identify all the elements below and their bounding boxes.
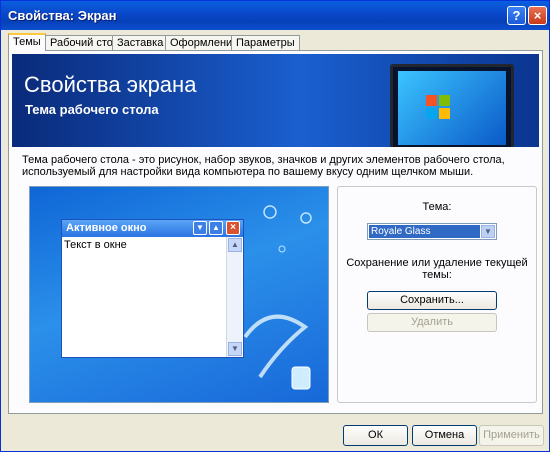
preview-close-icon: × xyxy=(226,221,240,235)
preview-scroll-up-icon: ▲ xyxy=(228,238,242,252)
preview-scroll-down-icon: ▼ xyxy=(228,342,242,356)
title-bar[interactable]: Свойства: Экран ? × xyxy=(1,1,549,30)
tab-themes[interactable]: Темы xyxy=(8,33,46,51)
windows-logo-icon xyxy=(426,95,450,119)
banner-title: Свойства экрана xyxy=(24,72,197,97)
close-button[interactable]: × xyxy=(528,6,547,25)
theme-preview: Активное окно ▼ ▲ × Текст в окне ▲ ▼ xyxy=(29,186,329,403)
recycle-bin-icon xyxy=(291,366,311,390)
preview-window-text: Текст в окне xyxy=(64,239,127,251)
theme-description: Тема рабочего стола - это рисунок, набор… xyxy=(22,154,505,178)
banner-subtitle: Тема рабочего стола xyxy=(25,102,159,117)
tab-settings[interactable]: Параметры xyxy=(231,35,300,50)
theme-label: Тема: xyxy=(422,201,452,213)
header-banner: Свойства экрана Тема рабочего стола xyxy=(12,54,539,147)
save-delete-description: Сохранение или удаление текущей темы: xyxy=(346,257,528,281)
ok-button[interactable]: ОК xyxy=(343,425,408,446)
preview-maximize-icon: ▲ xyxy=(209,221,223,235)
preview-scrollbar: ▲ ▼ xyxy=(226,237,242,357)
display-properties-window: Свойства: Экран ? × Темы Рабочий стол За… xyxy=(0,0,550,452)
theme-controls: Тема: Royale Glass ▼ Сохранение или удал… xyxy=(337,186,537,403)
theme-select-value: Royale Glass xyxy=(369,225,480,238)
preview-minimize-icon: ▼ xyxy=(193,221,207,235)
save-theme-button[interactable]: Сохранить... xyxy=(367,291,497,310)
window-title: Свойства: Экран xyxy=(8,8,117,23)
themes-panel: Свойства экрана Тема рабочего стола Тема… xyxy=(8,50,543,414)
cancel-button[interactable]: Отмена xyxy=(412,425,477,446)
monitor-screen-image xyxy=(398,71,506,145)
close-icon: × xyxy=(533,8,542,23)
help-button[interactable]: ? xyxy=(507,6,526,25)
preview-window-titlebar: Активное окно ▼ ▲ × xyxy=(62,220,243,237)
preview-window-title: Активное окно xyxy=(66,222,147,234)
preview-active-window: Активное окно ▼ ▲ × Текст в окне ▲ ▼ xyxy=(61,219,244,358)
delete-theme-button[interactable]: Удалить xyxy=(367,313,497,332)
theme-select[interactable]: Royale Glass ▼ xyxy=(367,223,497,240)
chevron-down-icon[interactable]: ▼ xyxy=(481,225,495,238)
apply-button[interactable]: Применить xyxy=(479,425,544,446)
help-icon: ? xyxy=(512,8,521,23)
monitor-icon xyxy=(390,64,514,147)
tab-screensaver[interactable]: Заставка xyxy=(112,35,169,50)
